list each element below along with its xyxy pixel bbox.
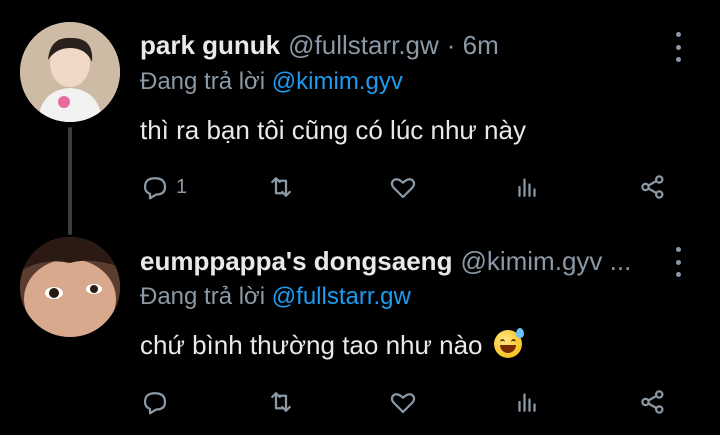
display-name[interactable]: eumppappa's dongsaeng [140,246,452,277]
reply-count: 1 [176,175,188,198]
replying-to-prefix: Đang trả lời [140,283,266,310]
more-dot-icon [675,57,681,62]
replying-to-prefix: Đang trả lời [140,68,266,95]
share-icon [641,175,664,199]
retweet-icon [271,177,291,197]
tweet-text: chứ bình thường tao như nào [140,330,483,360]
heart-icon [390,393,416,414]
display-name[interactable]: park gunuk [140,30,280,61]
replying-to: Đang trả lời @kimim.gyv [140,68,403,96]
retweet-button[interactable] [266,386,296,418]
retweet-icon [271,392,291,412]
retweet-button[interactable] [266,171,296,203]
share-button[interactable] [638,386,668,418]
avatar[interactable] [20,237,120,337]
replying-to-mention[interactable]: @kimim.gyv [272,68,403,95]
more-options-button[interactable] [668,32,688,62]
user-handle[interactable]: @fullstarr.gw [288,30,439,61]
replying-to: Đang trả lời @fullstarr.gw [140,283,411,311]
tweet-text-container: chứ bình thường tao như nào [140,328,524,361]
sweat-smile-emoji-icon [493,328,524,358]
reply-button[interactable] [140,386,176,418]
replying-to-mention[interactable]: @fullstarr.gw [272,283,411,310]
more-dot-icon [675,44,681,50]
user-handle[interactable]: @kimim.gyv ... [460,246,631,277]
views-icon [518,393,536,412]
more-dot-icon [675,272,681,277]
more-dot-icon [675,259,681,265]
reply-button[interactable]: 1 [140,171,187,203]
heart-icon [390,178,416,199]
action-bar: 1 [140,171,680,203]
share-button[interactable] [638,171,668,203]
tweet-text: thì ra bạn tôi cũng có lúc như này [140,115,526,145]
like-button[interactable] [388,171,418,203]
share-icon [641,390,664,414]
avatar-photo [20,237,120,337]
avatar[interactable] [20,22,120,122]
tweet-1[interactable]: park gunuk @fullstarr.gw · 6m Đang trả l… [0,0,720,225]
action-bar [140,386,680,418]
views-button[interactable] [512,386,542,418]
more-dot-icon [675,32,681,37]
more-dot-icon [675,247,681,252]
timestamp[interactable]: · 6m [447,30,499,61]
more-options-button[interactable] [668,247,688,277]
reply-icon [143,177,167,200]
reply-icon [143,392,167,415]
avatar-photo [20,22,120,122]
views-icon [518,178,536,197]
like-button[interactable] [388,386,418,418]
views-button[interactable] [512,171,542,203]
tweet-2[interactable]: eumppappa's dongsaeng @kimim.gyv ... Đan… [0,225,720,435]
